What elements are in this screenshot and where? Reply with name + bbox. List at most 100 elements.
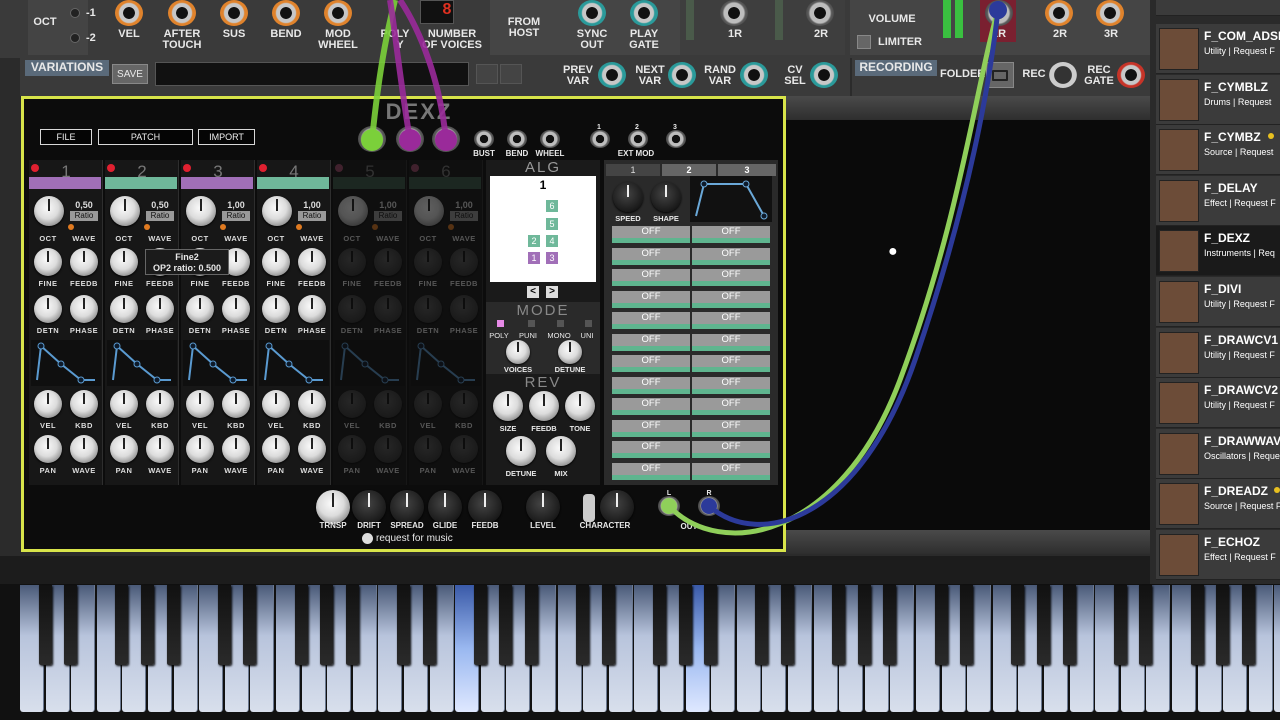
lfo-tab-2[interactable]: 2 — [662, 164, 716, 176]
out-3r-jack[interactable] — [1096, 0, 1124, 26]
rec-gate-jack[interactable] — [1117, 62, 1145, 88]
ext-mod-3-jack[interactable] — [666, 130, 686, 148]
piano-black-key[interactable] — [141, 585, 154, 665]
library-item[interactable]: F_ECHOZ Effect | Request F — [1156, 530, 1280, 580]
op-pan-knob[interactable] — [110, 435, 138, 463]
op-pan-knob[interactable] — [262, 435, 290, 463]
op-envelope-display[interactable] — [183, 340, 253, 386]
op-ratio-badge[interactable]: Ratio — [146, 211, 174, 221]
library-item[interactable]: F_DEXZ Instruments | Req — [1156, 226, 1280, 277]
mod-matrix-slot-11-2[interactable]: OFF — [692, 441, 770, 458]
op-kbd-knob[interactable] — [298, 390, 326, 418]
mode-poly-led[interactable] — [497, 320, 504, 327]
mode-puni-led[interactable] — [528, 320, 535, 327]
mod-matrix-slot-12-1[interactable]: OFF — [612, 462, 690, 480]
op-vel-knob[interactable] — [338, 390, 366, 418]
voices-knob[interactable] — [506, 340, 530, 364]
piano-black-key[interactable] — [653, 585, 666, 665]
op-phase-knob[interactable] — [450, 295, 478, 323]
mod-matrix-slot-4-1[interactable]: OFF — [612, 290, 690, 308]
mod-matrix-slot-10-1[interactable]: OFF — [612, 419, 690, 437]
piano-black-key[interactable] — [601, 585, 615, 665]
op-kbd-knob[interactable] — [146, 390, 174, 418]
op-kbd-knob[interactable] — [450, 390, 478, 418]
library-item[interactable]: F_CYMBLZ Drums | Request — [1156, 74, 1280, 125]
piano-black-key[interactable] — [755, 585, 769, 665]
library-item[interactable]: F_DELAY Effect | Request F — [1156, 175, 1280, 226]
limiter-checkbox[interactable] — [857, 35, 871, 49]
variation-name-field[interactable] — [155, 62, 469, 86]
op-phase-knob[interactable] — [146, 295, 174, 323]
piano-black-key[interactable] — [1011, 585, 1025, 665]
mod-matrix-slot-9-2[interactable]: OFF — [692, 398, 770, 415]
op-pan-wave-knob[interactable] — [222, 435, 250, 463]
op-phase-knob[interactable] — [298, 295, 326, 323]
in-1r-jack[interactable] — [720, 0, 748, 26]
op-detn-knob[interactable] — [414, 295, 442, 323]
op-detn-knob[interactable] — [110, 295, 138, 323]
rev-size-knob[interactable] — [493, 391, 523, 421]
op-level-knob[interactable] — [34, 196, 64, 226]
character-switch[interactable] — [583, 494, 595, 522]
piano-black-key[interactable] — [499, 585, 513, 665]
bottom-feedb-knob[interactable] — [468, 490, 502, 524]
library-item[interactable]: F_CYMBZ Source | Request — [1156, 125, 1280, 176]
patch-button[interactable]: PATCH — [98, 129, 193, 145]
op-level-knob[interactable] — [262, 196, 292, 226]
library-item[interactable]: F_COM_ADSR Utility | Request F — [1156, 24, 1280, 74]
dexz-cv-jack-1[interactable] — [358, 126, 386, 152]
library-item[interactable]: F_DRAWWAV Oscillators | Reque — [1156, 428, 1280, 479]
sync-out-jack[interactable] — [578, 0, 606, 26]
piano-black-key[interactable] — [294, 585, 308, 665]
op-phase-knob[interactable] — [222, 295, 250, 323]
op-feedb-knob[interactable] — [298, 248, 326, 276]
mode-detune-knob[interactable] — [558, 340, 582, 364]
mod-matrix-slot-2-2[interactable]: OFF — [692, 247, 770, 265]
bend-jack[interactable] — [272, 0, 300, 26]
mod-matrix-slot-5-2[interactable]: OFF — [692, 312, 770, 329]
mod-matrix-slot-6-2[interactable]: OFF — [692, 333, 770, 351]
library-item[interactable]: F_DIVI Utility | Request F — [1156, 277, 1280, 327]
var-prev-arrow-button[interactable] — [476, 64, 498, 84]
rev-mix-knob[interactable] — [546, 436, 576, 466]
piano-black-key[interactable] — [1062, 585, 1076, 665]
piano-black-key[interactable] — [960, 585, 974, 665]
piano-black-key[interactable] — [166, 585, 180, 665]
piano-black-key[interactable] — [576, 585, 590, 665]
library-item[interactable]: F_DREADZ Source | Request F — [1156, 479, 1280, 530]
op-ratio-badge[interactable]: Ratio — [298, 211, 326, 221]
spread-knob[interactable] — [390, 490, 424, 524]
mod-matrix-slot-2-1[interactable]: OFF — [612, 247, 690, 265]
op-level-knob[interactable] — [338, 196, 368, 226]
ext-mod-2-jack[interactable] — [628, 130, 648, 148]
piano-black-key[interactable] — [1113, 585, 1127, 665]
drift-knob[interactable] — [352, 490, 386, 524]
mod-wheel-jack[interactable] — [324, 0, 352, 26]
mod-matrix-slot-9-1[interactable]: OFF — [612, 398, 690, 415]
dexz-cv-jack-2[interactable] — [396, 126, 424, 152]
next-var-jack[interactable] — [668, 62, 696, 88]
piano-black-key[interactable] — [64, 585, 78, 665]
mod-matrix-slot-11-1[interactable]: OFF — [612, 441, 690, 458]
piano-black-key[interactable] — [1139, 585, 1153, 665]
level-knob[interactable] — [526, 490, 560, 524]
op-level-knob[interactable] — [110, 196, 140, 226]
piano-black-key[interactable] — [473, 585, 487, 665]
op-detn-knob[interactable] — [34, 295, 62, 323]
op-feedb-knob[interactable] — [70, 248, 98, 276]
lfo-envelope-display[interactable] — [690, 176, 772, 222]
op-vel-knob[interactable] — [110, 390, 138, 418]
dexz-cv-jack-3[interactable] — [432, 126, 460, 152]
op-pan-knob[interactable] — [338, 435, 366, 463]
op-ratio-badge[interactable]: Ratio — [374, 211, 402, 221]
op-fine-knob[interactable] — [414, 248, 442, 276]
rand-var-jack[interactable] — [740, 62, 768, 88]
op-kbd-knob[interactable] — [70, 390, 98, 418]
oct-minus1-led[interactable] — [70, 8, 80, 18]
mod-matrix-slot-7-1[interactable]: OFF — [612, 355, 690, 372]
sus-jack[interactable] — [220, 0, 248, 26]
op-pan-wave-knob[interactable] — [298, 435, 326, 463]
piano-black-key[interactable] — [1037, 585, 1050, 665]
bend-in-jack[interactable] — [507, 130, 527, 148]
bust-jack[interactable] — [474, 130, 494, 148]
